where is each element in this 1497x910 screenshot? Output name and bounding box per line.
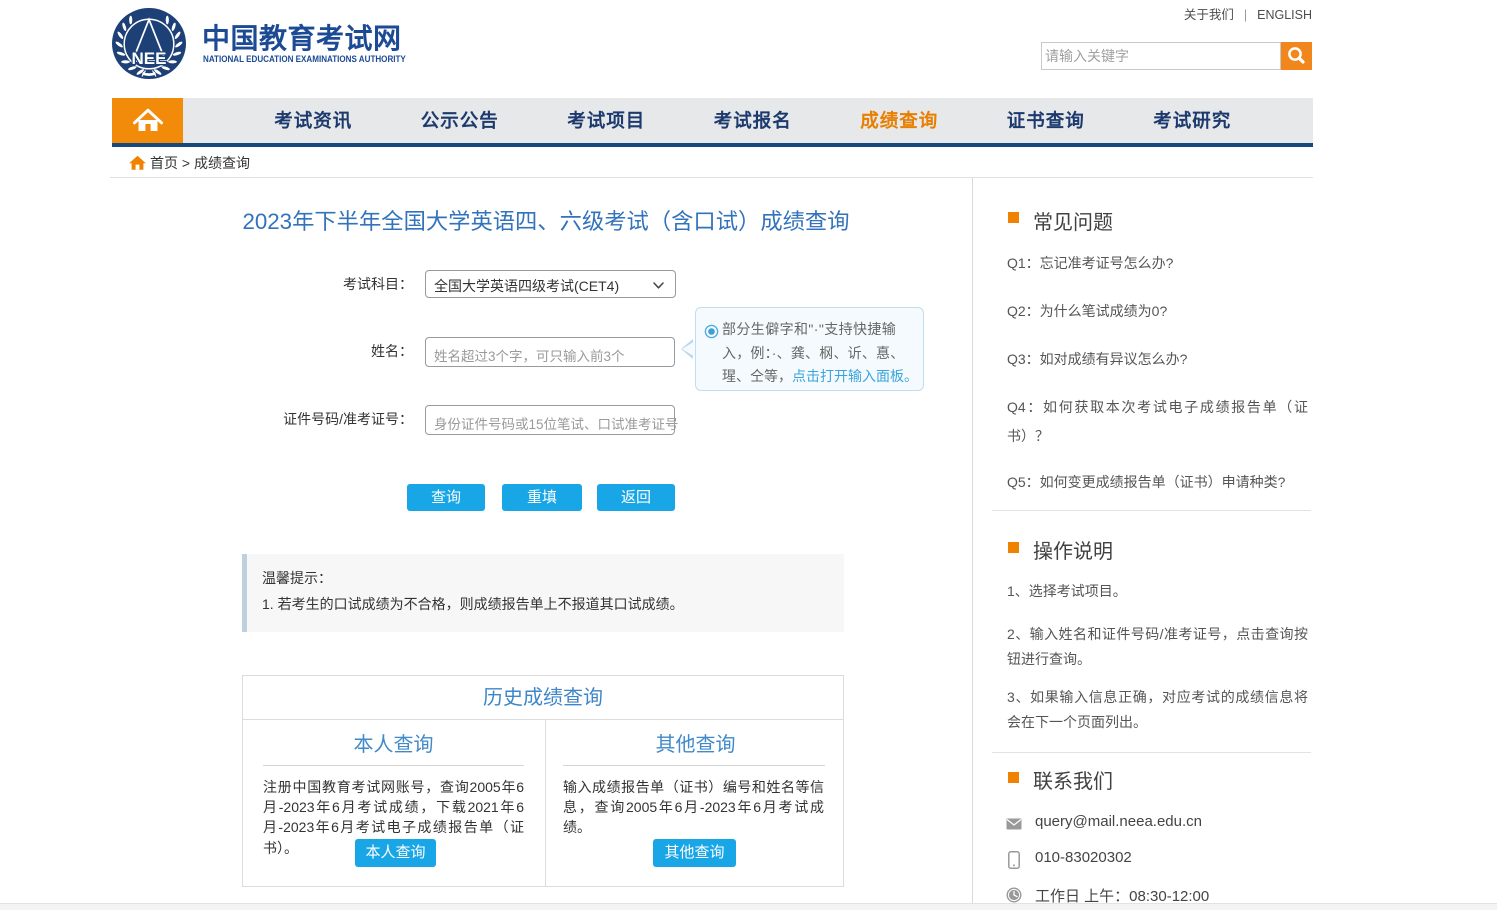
svg-text:NEE: NEE [132, 49, 167, 68]
